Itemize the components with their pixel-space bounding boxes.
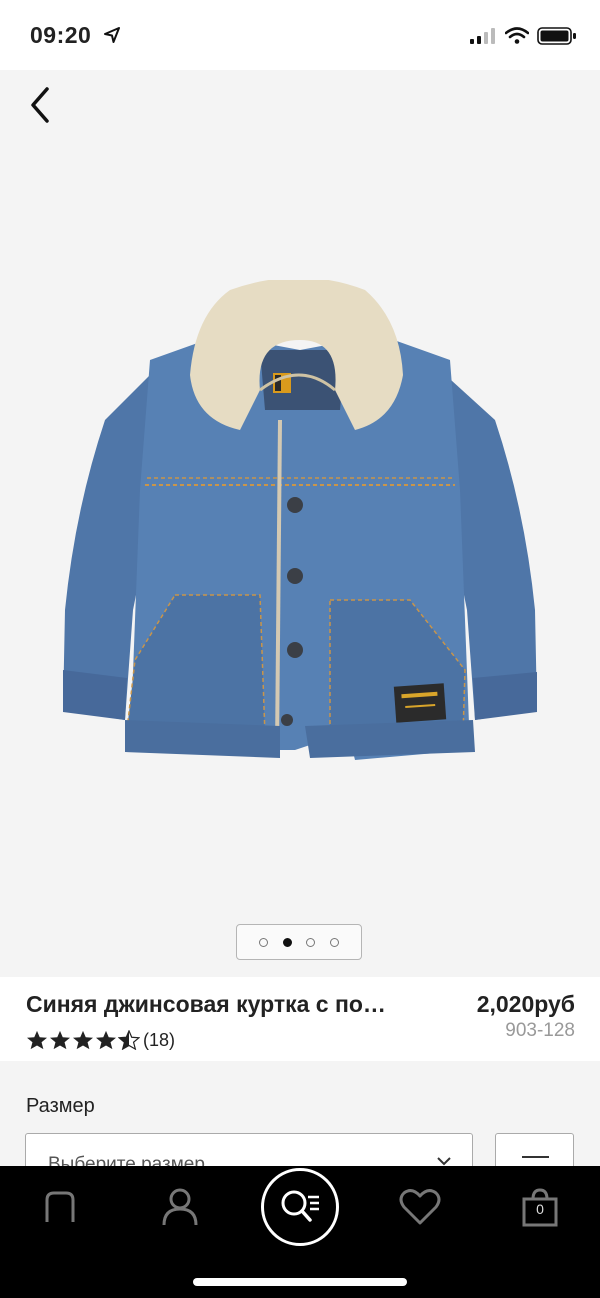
review-count[interactable]: (18)	[143, 1030, 175, 1051]
product-info: Синяя джинсовая куртка с по… 2,020руб (1…	[0, 977, 600, 1061]
product-image-gallery[interactable]	[0, 70, 600, 977]
image-pagination	[236, 924, 362, 960]
pagination-dot[interactable]	[259, 937, 269, 947]
account-icon	[162, 1188, 198, 1226]
pagination-dot[interactable]	[329, 937, 339, 947]
product-title: Синяя джинсовая куртка с по…	[26, 991, 386, 1017]
product-code: 903-128	[505, 1020, 575, 1041]
search-button[interactable]	[261, 1168, 339, 1246]
wifi-icon	[505, 27, 529, 44]
heart-icon	[399, 1189, 441, 1225]
star-icon	[50, 1030, 70, 1050]
back-button[interactable]	[20, 85, 60, 125]
star-icon	[73, 1030, 93, 1050]
favorites-button[interactable]	[390, 1184, 450, 1230]
battery-icon	[537, 27, 576, 45]
bag-button[interactable]: 0	[510, 1184, 570, 1230]
status-time: 09:20	[30, 22, 92, 48]
rating-stars[interactable]	[26, 1030, 140, 1050]
menu-lines-icon	[522, 1156, 549, 1158]
bottom-navigation: 0	[0, 1166, 600, 1298]
home-icon	[45, 1191, 75, 1222]
home-indicator	[193, 1278, 407, 1286]
status-bar: 09:20	[0, 0, 600, 70]
star-half-icon	[118, 1030, 140, 1050]
product-options: Размер Выберите размер	[0, 1061, 600, 1179]
product-price: 2,020руб	[476, 991, 575, 1017]
size-label: Размер	[26, 1095, 95, 1117]
chevron-down-icon	[437, 1157, 451, 1166]
pagination-dot-active[interactable]	[282, 937, 292, 947]
search-icon	[281, 1190, 319, 1222]
pagination-dot[interactable]	[306, 937, 316, 947]
home-button[interactable]	[30, 1184, 90, 1230]
account-button[interactable]	[150, 1184, 210, 1230]
location-arrow-icon	[104, 27, 120, 43]
star-icon	[96, 1030, 116, 1050]
bag-count-badge: 0	[536, 1201, 544, 1217]
star-icon	[27, 1030, 47, 1050]
chevron-left-icon	[31, 87, 49, 123]
cellular-signal-icon	[470, 28, 495, 44]
product-image	[63, 280, 537, 760]
